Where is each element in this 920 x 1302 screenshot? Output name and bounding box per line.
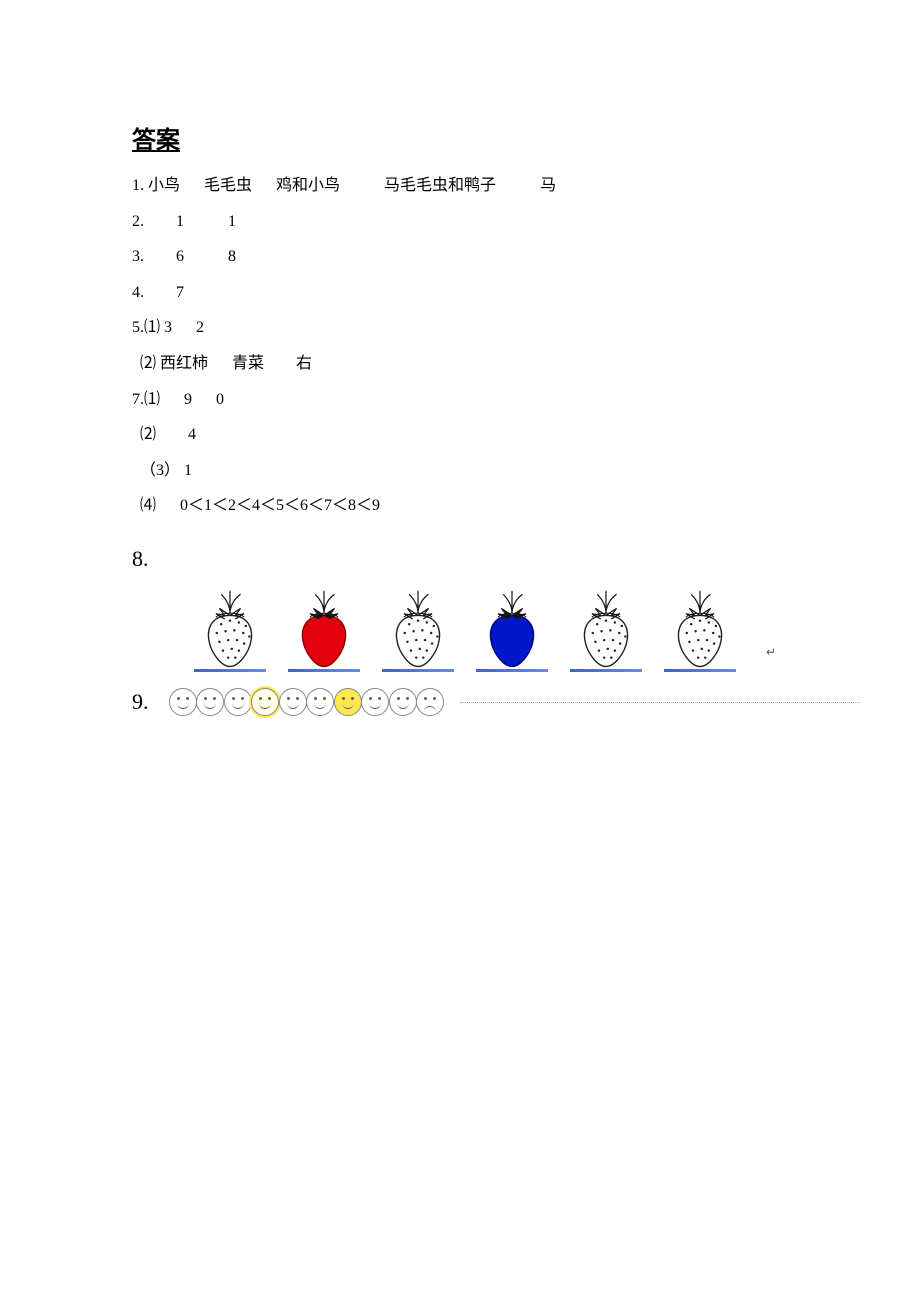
q5-p2-c: 右 <box>296 355 312 372</box>
q5-p1-label: ⑴ <box>144 319 160 336</box>
q3-a: 6 <box>176 248 184 265</box>
smile-face-icon <box>251 688 279 716</box>
q3-b: 8 <box>228 248 236 265</box>
answer-7-4: ⑷ 0＜1＜2＜4＜5＜6＜7＜8＜9 <box>140 493 860 519</box>
q7-p2-a: 4 <box>188 426 196 443</box>
answer-3: 3. 6 8 <box>132 244 860 270</box>
q5-p2-a: 西红柿 <box>160 355 208 372</box>
q5-p1-b: 2 <box>196 319 204 336</box>
strawberry-icon <box>286 582 362 670</box>
answer-5-1: 5.⑴ 3 2 <box>132 315 860 341</box>
sad-face-icon <box>416 688 444 716</box>
q5-p2-b: 青菜 <box>232 355 264 372</box>
q9-num: 9. <box>132 689 149 715</box>
q7-p4-a: 0＜1＜2＜4＜5＜6＜7＜8＜9 <box>180 497 380 514</box>
answer-2: 2. 1 1 <box>132 209 860 235</box>
answer-8-num: 8. <box>132 541 860 576</box>
q7-p1-label: ⑴ <box>144 391 160 408</box>
q1-c: 鸡和小鸟 <box>276 177 340 194</box>
q2-a: 1 <box>176 213 184 230</box>
q7-p4-label: ⑷ <box>140 497 156 514</box>
page-content: 答案 1. 小鸟 毛毛虫 鸡和小鸟 马毛毛虫和鸭子 马 2. 1 1 3. 6 … <box>0 0 920 716</box>
q7-p2-label: ⑵ <box>140 426 156 443</box>
answer-1: 1. 小鸟 毛毛虫 鸡和小鸟 马毛毛虫和鸭子 马 <box>132 173 860 199</box>
strawberry-icon <box>474 582 550 670</box>
answer-5-2: ⑵ 西红柿 青菜 右 <box>140 351 860 377</box>
smile-face-icon <box>279 688 307 716</box>
smile-face-icon <box>169 688 197 716</box>
smile-face-icon <box>389 688 417 716</box>
q7-p1-b: 0 <box>216 391 224 408</box>
smile-face-icon <box>361 688 389 716</box>
strawberry-row: ↵ <box>192 582 860 670</box>
q1-b: 毛毛虫 <box>204 177 252 194</box>
dotted-line <box>460 701 861 703</box>
q4-a: 7 <box>176 284 184 301</box>
answers-title: 答案 <box>132 120 860 155</box>
strawberry-icon <box>568 582 644 670</box>
q4-num: 4. <box>132 284 144 301</box>
answer-7-2: ⑵ 4 <box>140 422 860 448</box>
q1-a: 小鸟 <box>148 177 180 194</box>
q3-num: 3. <box>132 248 144 265</box>
q7-p3-a: 1 <box>184 462 192 479</box>
smile-face-icon <box>334 688 362 716</box>
q1-e: 马 <box>540 177 556 194</box>
smile-face-icon <box>196 688 224 716</box>
strawberry-icon <box>380 582 456 670</box>
q1-d: 马毛毛虫和鸭子 <box>384 177 496 194</box>
answer-9: 9. <box>132 688 860 716</box>
answer-4: 4. 7 <box>132 280 860 306</box>
q7-p3-label: （3） <box>140 462 180 479</box>
strawberry-icon <box>192 582 268 670</box>
answer-7-3: （3） 1 <box>140 458 860 484</box>
line-break-mark: ↵ <box>766 645 776 660</box>
q5-p2-label: ⑵ <box>140 355 156 372</box>
q2-b: 1 <box>228 213 236 230</box>
q1-num: 1. <box>132 177 144 194</box>
smile-face-icon <box>306 688 334 716</box>
strawberry-icon <box>662 582 738 670</box>
q2-num: 2. <box>132 213 144 230</box>
q5-p1-a: 3 <box>164 319 172 336</box>
answer-7-1: 7.⑴ 9 0 <box>132 387 860 413</box>
q7-p1-a: 9 <box>184 391 192 408</box>
smile-face-icon <box>224 688 252 716</box>
q5-num: 5. <box>132 319 144 336</box>
face-row <box>169 688 444 716</box>
q7-num: 7. <box>132 391 144 408</box>
